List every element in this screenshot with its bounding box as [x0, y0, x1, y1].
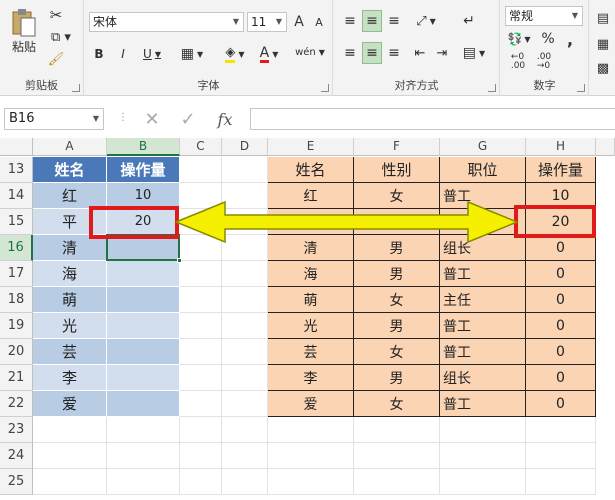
double-arrow-icon	[174, 200, 519, 244]
